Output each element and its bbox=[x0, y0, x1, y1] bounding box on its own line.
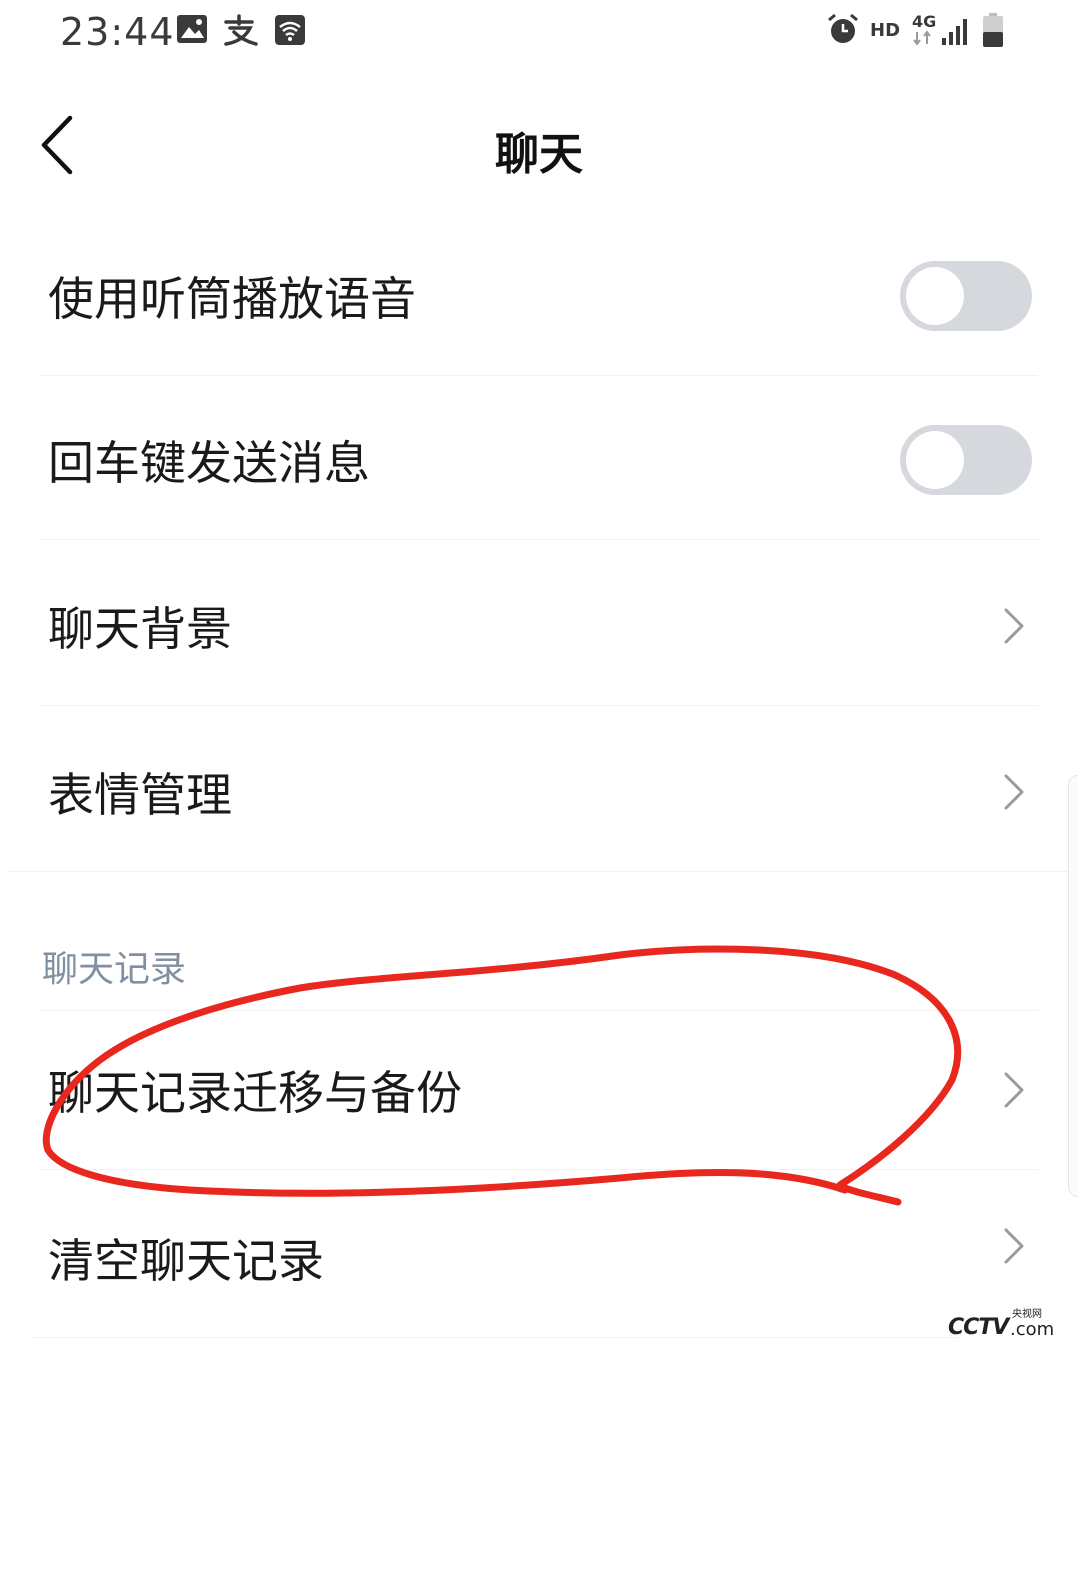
cctv-watermark: CCTV 央视网 .com bbox=[948, 1305, 1054, 1345]
chevron-right-icon bbox=[1004, 1228, 1024, 1264]
status-time: 23:44 bbox=[60, 10, 175, 54]
chevron-right-icon bbox=[1004, 774, 1024, 810]
setting-label-clear-history: 清空聊天记录 bbox=[48, 1234, 324, 1288]
status-bar: 23:44 HD 4G bbox=[0, 0, 1078, 70]
watermark-brand: CCTV bbox=[948, 1315, 1009, 1340]
setting-label-enter-send: 回车键发送消息 bbox=[48, 436, 370, 490]
setting-label-stickers: 表情管理 bbox=[48, 768, 232, 822]
toggle-knob bbox=[906, 431, 964, 489]
section-title-history: 聊天记录 bbox=[42, 949, 187, 990]
divider bbox=[40, 1169, 1038, 1170]
divider bbox=[40, 705, 1038, 706]
hd-indicator: HD bbox=[870, 20, 901, 41]
toggle-knob bbox=[906, 267, 964, 325]
header-bar: 聊天 bbox=[0, 90, 1078, 200]
edge-side-tab[interactable] bbox=[1068, 775, 1078, 1197]
divider bbox=[40, 375, 1038, 376]
image-icon bbox=[176, 14, 208, 48]
chevron-right-icon bbox=[1004, 608, 1024, 644]
watermark-sub: 央视网 bbox=[1012, 1309, 1042, 1320]
divider bbox=[30, 1337, 958, 1338]
setting-label-migrate-backup: 聊天记录迁移与备份 bbox=[48, 1066, 462, 1120]
alarm-icon bbox=[826, 12, 860, 50]
battery-icon bbox=[982, 12, 1004, 52]
setting-row-enter-send[interactable]: 回车键发送消息 bbox=[0, 380, 1078, 540]
network-type: 4G bbox=[912, 12, 937, 31]
signal-icon bbox=[940, 16, 972, 50]
chevron-right-icon bbox=[1004, 1072, 1024, 1108]
alipay-icon bbox=[222, 14, 260, 50]
setting-row-clear-history[interactable]: 清空聊天记录 bbox=[0, 1178, 1078, 1338]
setting-row-migrate-backup[interactable]: 聊天记录迁移与备份 bbox=[0, 1010, 1078, 1170]
earpiece-toggle[interactable] bbox=[900, 261, 1032, 331]
setting-label-background: 聊天背景 bbox=[48, 602, 232, 656]
setting-row-background[interactable]: 聊天背景 bbox=[0, 546, 1078, 706]
setting-row-earpiece[interactable]: 使用听筒播放语音 bbox=[0, 216, 1078, 376]
divider bbox=[8, 871, 1070, 872]
setting-row-stickers[interactable]: 表情管理 bbox=[0, 712, 1078, 872]
divider bbox=[40, 539, 1038, 540]
divider bbox=[40, 1010, 1038, 1011]
enter-send-toggle[interactable] bbox=[900, 425, 1032, 495]
data-arrows-icon bbox=[912, 30, 934, 50]
wifi-icon bbox=[274, 14, 306, 50]
setting-label-earpiece: 使用听筒播放语音 bbox=[48, 272, 416, 326]
watermark-domain: .com bbox=[1010, 1319, 1055, 1340]
page-title: 聊天 bbox=[495, 129, 583, 180]
